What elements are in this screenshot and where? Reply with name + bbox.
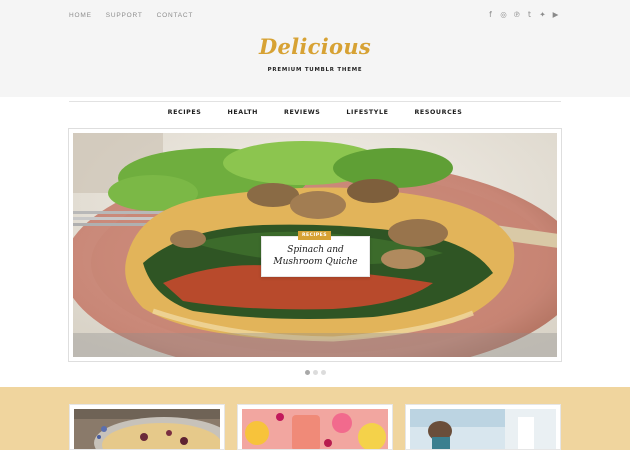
facebook-icon[interactable]: f	[487, 10, 494, 19]
slider-dots	[305, 370, 326, 375]
featured-title-line1: Spinach and	[287, 245, 344, 255]
nav-divider	[69, 101, 561, 102]
featured-caption[interactable]: Spinach and Mushroom Quiche	[261, 236, 370, 277]
twitter-icon[interactable]: ✦	[539, 10, 546, 19]
instagram-icon[interactable]: ◎	[500, 10, 507, 19]
nav-item-recipes[interactable]: RECIPES	[168, 109, 202, 116]
slider-dot-2[interactable]	[313, 370, 318, 375]
tumblr-icon[interactable]: t	[526, 10, 533, 19]
social-links: f ◎ ℗ t ✦ ▶	[487, 10, 559, 19]
youtube-icon[interactable]: ▶	[552, 10, 559, 19]
featured-title-line2: Mushroom Quiche	[273, 257, 358, 267]
site-header: HOME SUPPORT CONTACT f ◎ ℗ t ✦ ▶ Delicio…	[0, 0, 630, 97]
post-card[interactable]	[69, 404, 225, 450]
top-link-contact[interactable]: CONTACT	[157, 12, 194, 19]
post-card[interactable]	[237, 404, 393, 450]
slider-dot-1[interactable]	[305, 370, 310, 375]
main-nav: RECIPES HEALTH REVIEWS LIFESTYLE RESOURC…	[0, 109, 630, 116]
top-link-home[interactable]: HOME	[69, 12, 92, 19]
nav-item-health[interactable]: HEALTH	[227, 109, 258, 116]
post-card-image[interactable]	[74, 409, 220, 449]
post-card[interactable]	[405, 404, 561, 450]
top-link-support[interactable]: SUPPORT	[106, 12, 143, 19]
post-card-image[interactable]	[242, 409, 388, 449]
slider-dot-3[interactable]	[321, 370, 326, 375]
site-logo[interactable]: Delicious	[0, 34, 630, 59]
nav-item-reviews[interactable]: REVIEWS	[284, 109, 320, 116]
pinterest-icon[interactable]: ℗	[513, 10, 521, 19]
category-badge[interactable]: RECIPES	[298, 231, 331, 240]
site-tagline: PREMIUM TUMBLR THEME	[267, 67, 363, 73]
featured-title[interactable]: Spinach and Mushroom Quiche	[262, 244, 369, 268]
post-card-image[interactable]	[410, 409, 556, 449]
top-links: HOME SUPPORT CONTACT	[69, 12, 193, 19]
nav-item-lifestyle[interactable]: LIFESTYLE	[346, 109, 388, 116]
nav-item-resources[interactable]: RESOURCES	[414, 109, 462, 116]
